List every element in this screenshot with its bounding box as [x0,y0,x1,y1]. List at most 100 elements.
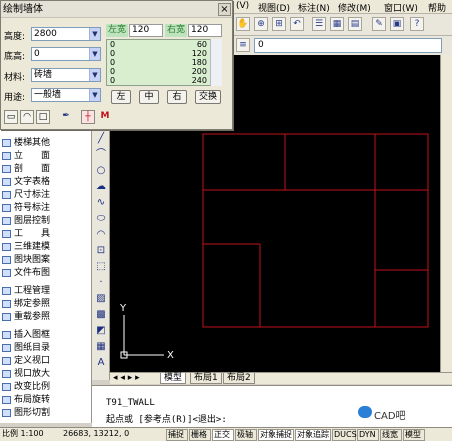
layer-manager-icon[interactable]: ≡ [236,38,250,52]
gradient-icon[interactable]: ▩ [94,308,108,322]
list-item[interactable]: 0 180 [107,59,211,67]
align-left-button[interactable]: 左 [111,90,131,104]
vertical-scrollbar[interactable] [440,55,452,372]
menu-item-window[interactable]: 窗口(W) [384,1,418,14]
arc-icon[interactable]: ⌒ [94,148,108,162]
ellipse-icon[interactable]: ⬭ [94,212,108,226]
toggle-osnap[interactable]: 对象捕捉 [258,429,294,441]
toggle-dyn[interactable]: DYN [357,429,379,441]
sidebar-item[interactable]: 立 面 [0,150,92,162]
menu-item[interactable]: (V) [236,1,249,11]
sidebar-item[interactable]: 尺寸标注 [0,189,92,201]
chevron-down-icon[interactable]: ▼ [89,69,100,81]
menu-item-help[interactable]: 帮助 [428,1,446,14]
zoom-realtime-icon[interactable]: ⊕ [254,17,268,31]
tab-layout1[interactable]: 布局1 [190,373,222,384]
draw-wall-dialog: 绘制墙体 × 高度: 2800 ▼ 底高: 0 ▼ 材料: 砖墙 ▼ 用途: 一般墙 ▼… [0,0,233,130]
straight-wall-icon[interactable]: ▭ [4,110,18,124]
list-item[interactable]: 0 240 [107,77,211,85]
point-icon[interactable]: · [94,276,108,290]
usage-combo[interactable]: 一般墙 ▼ [31,88,101,102]
close-button[interactable]: × [218,3,231,16]
toggle-ortho[interactable]: 正交 [212,429,234,441]
sidebar-item[interactable]: 改变比例 [0,381,92,393]
base-height-combo[interactable]: 0 ▼ [31,47,101,61]
zoom-window-icon[interactable]: ⊞ [272,17,286,31]
scale-indicator[interactable]: 比例 1:100 [1,429,59,441]
command-prompt[interactable]: 起点或 [参考点(R)]<退出>: [106,412,227,425]
sidebar-item[interactable]: 图层控制 [0,215,92,227]
calculator-icon[interactable]: ▣ [390,17,404,31]
tab-layout2[interactable]: 布局2 [223,373,255,384]
sidebar-item[interactable]: 文字表格 [0,176,92,188]
design-center-icon[interactable]: ▦ [330,17,344,31]
tab-model[interactable]: 模型 [160,373,187,384]
right-width-input[interactable]: 120 [188,24,222,37]
zoom-previous-icon[interactable]: ↶ [290,17,304,31]
circle-icon[interactable]: ○ [94,164,108,178]
region-icon[interactable]: ◩ [94,324,108,338]
hatch-icon[interactable]: ▨ [94,292,108,306]
make-block-icon[interactable]: ⬚ [94,260,108,274]
pick-icon[interactable]: ✒ [59,110,73,124]
sidebar-item[interactable]: 剖 面 [0,163,92,175]
tool-palette-icon[interactable]: ▤ [348,17,362,31]
sidebar-item[interactable]: 绑定参照 [0,298,92,310]
menu-item-view[interactable]: 视图(D) [258,1,290,14]
material-combo[interactable]: 砖墙 ▼ [31,68,101,82]
insert-block-icon[interactable]: ⊡ [94,244,108,258]
tab-nav-arrows[interactable]: ◂ ◂ ▸ ▸ [110,373,156,384]
menu-item-modify[interactable]: 修改(M) [338,1,371,14]
mtext-icon[interactable]: A [94,356,108,370]
revcloud-icon[interactable]: ☁ [94,180,108,194]
chevron-down-icon[interactable]: ▼ [89,28,100,40]
sidebar-item[interactable]: 定义视口 [0,355,92,367]
list-item[interactable]: 0 60 [107,41,211,49]
ellipse-arc-icon[interactable]: ◠ [94,228,108,242]
sidebar-item[interactable]: 文件布图 [0,267,92,279]
layer-select[interactable]: 0 [254,38,442,53]
list-item[interactable]: 0 120 [107,50,211,58]
line-icon[interactable]: ╱ [94,132,108,146]
sidebar-item[interactable]: 图纸目录 [0,342,92,354]
properties-icon[interactable]: ☰ [312,17,326,31]
pan-icon[interactable]: ✋ [236,17,250,31]
sidebar-item[interactable]: 视口放大 [0,368,92,380]
sidebar-item[interactable]: 三维建模 [0,241,92,253]
toggle-snap[interactable]: 捕捉 [166,429,188,441]
markup-icon[interactable]: ✎ [372,17,386,31]
sidebar-item[interactable]: 图形切割 [0,407,92,419]
list-item[interactable]: 0 200 [107,68,211,76]
toggle-polar[interactable]: 极轴 [235,429,257,441]
sidebar-item[interactable]: 工 具 [0,228,92,240]
wall-width-list[interactable]: 0 60 0 120 0 180 0 200 0 240 [106,39,222,86]
align-right-button[interactable]: 右 [167,90,187,104]
chevron-down-icon[interactable]: ▼ [89,48,100,60]
chevron-down-icon[interactable]: ▼ [89,89,100,101]
toggle-grid[interactable]: 栅格 [189,429,211,441]
sidebar-item[interactable]: 图块图案 [0,254,92,266]
sidebar-item[interactable]: 符号标注 [0,202,92,214]
grid-snap-icon[interactable]: ┼ [81,110,95,124]
left-width-input[interactable]: 120 [129,24,163,37]
help-icon[interactable]: ? [410,17,424,31]
list-scrollbar[interactable] [210,39,222,86]
sidebar-item[interactable]: 布局旋转 [0,394,92,406]
menu-item-dimension[interactable]: 标注(N) [298,1,330,14]
align-center-button[interactable]: 中 [139,90,159,104]
toggle-ducs[interactable]: DUCS [332,429,357,441]
table-icon[interactable]: ▦ [94,340,108,354]
spline-icon[interactable]: ∿ [94,196,108,210]
toggle-lineweight[interactable]: 线宽 [380,429,402,441]
sidebar-item[interactable]: 重载参照 [0,311,92,323]
rect-wall-icon[interactable]: □ [36,110,50,124]
sidebar-item[interactable]: 插入图框 [0,329,92,341]
toggle-otrack[interactable]: 对象追踪 [295,429,331,441]
sidebar-item[interactable]: 楼梯其他 [0,137,92,149]
sidebar-item[interactable]: 工程管理 [0,285,92,297]
toggle-model[interactable]: 模型 [403,429,425,441]
swap-button[interactable]: 交换 [195,90,221,104]
mode-m-icon[interactable]: M [98,110,112,124]
arc-wall-icon[interactable]: ◠ [20,110,34,124]
height-combo[interactable]: 2800 ▼ [31,27,101,41]
